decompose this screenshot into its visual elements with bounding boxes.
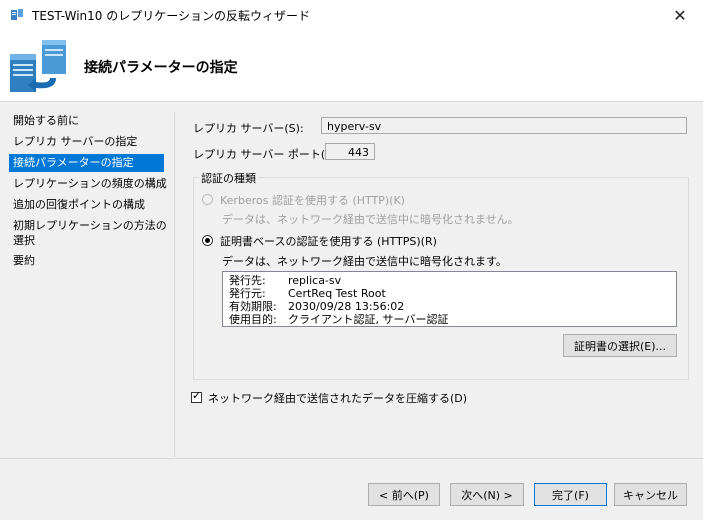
checkmark-icon: ✓: [192, 389, 202, 402]
nav-step-summary[interactable]: 要約: [0, 252, 170, 270]
kerberos-label: Kerberos 認証を使用する (HTTP)(K): [220, 194, 405, 207]
cert-expiry-value: 2030/09/28 13:56:02: [288, 300, 405, 313]
nav-divider: [174, 112, 175, 457]
cert-purpose-row: 使用目的: クライアント認証, サーバー認証: [229, 314, 448, 326]
next-button[interactable]: 次へ(N) >: [450, 483, 524, 506]
kerberos-description: データは、ネットワーク経由で送信中に暗号化されません。: [222, 213, 519, 226]
auth-type-group-title: 認証の種類: [199, 170, 258, 186]
certificate-info-box: 発行先: replica-sv 発行元: CertReq Test Root 有効期…: [222, 271, 677, 327]
radio-selected-dot: [205, 238, 210, 243]
footer-divider: [0, 458, 703, 459]
cert-issued-to-row: 発行先: replica-sv: [229, 275, 341, 287]
replica-port-field[interactable]: 443: [325, 143, 375, 160]
nav-step-replication-frequency[interactable]: レプリケーションの頻度の構成: [0, 175, 170, 193]
cancel-button[interactable]: キャンセル: [614, 483, 687, 506]
page-title: 接続パラメーターの指定: [84, 60, 238, 76]
replica-server-field[interactable]: hyperv-sv: [321, 117, 687, 134]
cert-purpose-value: クライアント認証, サーバー認証: [288, 313, 449, 326]
cert-issued-by-value: CertReq Test Root: [288, 287, 386, 300]
close-button[interactable]: ✕: [657, 0, 703, 30]
wizard-steps-nav: 開始する前に レプリカ サーバーの指定 接続パラメーターの指定 レプリケーション…: [0, 112, 170, 273]
cert-purpose-key: 使用目的:: [229, 313, 277, 326]
title-bar: TEST-Win10 のレプリケーションの反転ウィザード ✕: [0, 0, 703, 30]
compress-label: ネットワーク経由で送信されたデータを圧縮する(D): [208, 392, 468, 405]
cert-issued-by-key: 発行元:: [229, 287, 266, 300]
nav-step-initial-replication[interactable]: 初期レプリケーションの方法の選択: [0, 217, 170, 249]
certificate-description: データは、ネットワーク経由で送信中に暗号化されます。: [222, 255, 507, 268]
close-icon: ✕: [673, 5, 687, 25]
select-certificate-button[interactable]: 証明書の選択(E)...: [563, 334, 677, 357]
back-button[interactable]: < 前へ(P): [368, 483, 440, 506]
certificate-radio[interactable]: [202, 235, 213, 246]
nav-step-connection-parameters[interactable]: 接続パラメーターの指定: [9, 154, 164, 172]
kerberos-radio[interactable]: [202, 194, 213, 205]
nav-step-before-you-begin[interactable]: 開始する前に: [0, 112, 170, 130]
cert-expiry-row: 有効期限: 2030/09/28 13:56:02: [229, 301, 404, 313]
cert-issued-to-key: 発行先:: [229, 274, 266, 287]
cert-issued-to-value: replica-sv: [288, 274, 342, 287]
nav-step-replica-server[interactable]: レプリカ サーバーの指定: [0, 133, 170, 151]
cert-expiry-key: 有効期限:: [229, 300, 277, 313]
wizard-header: 接続パラメーターの指定: [0, 30, 703, 102]
replication-icon: [11, 9, 23, 20]
replica-port-label: レプリカ サーバー ポート(O):: [193, 148, 342, 161]
window-title: TEST-Win10 のレプリケーションの反転ウィザード: [32, 9, 310, 23]
compress-checkbox[interactable]: ✓: [191, 389, 202, 403]
nav-step-recovery-points[interactable]: 追加の回復ポイントの構成: [0, 196, 170, 214]
server-replication-icon: [10, 40, 66, 92]
replica-server-label: レプリカ サーバー(S):: [193, 122, 304, 135]
cert-issued-by-row: 発行元: CertReq Test Root: [229, 288, 386, 300]
certificate-label: 証明書ベースの認証を使用する (HTTPS)(R): [220, 235, 437, 248]
finish-button[interactable]: 完了(F): [534, 483, 607, 506]
